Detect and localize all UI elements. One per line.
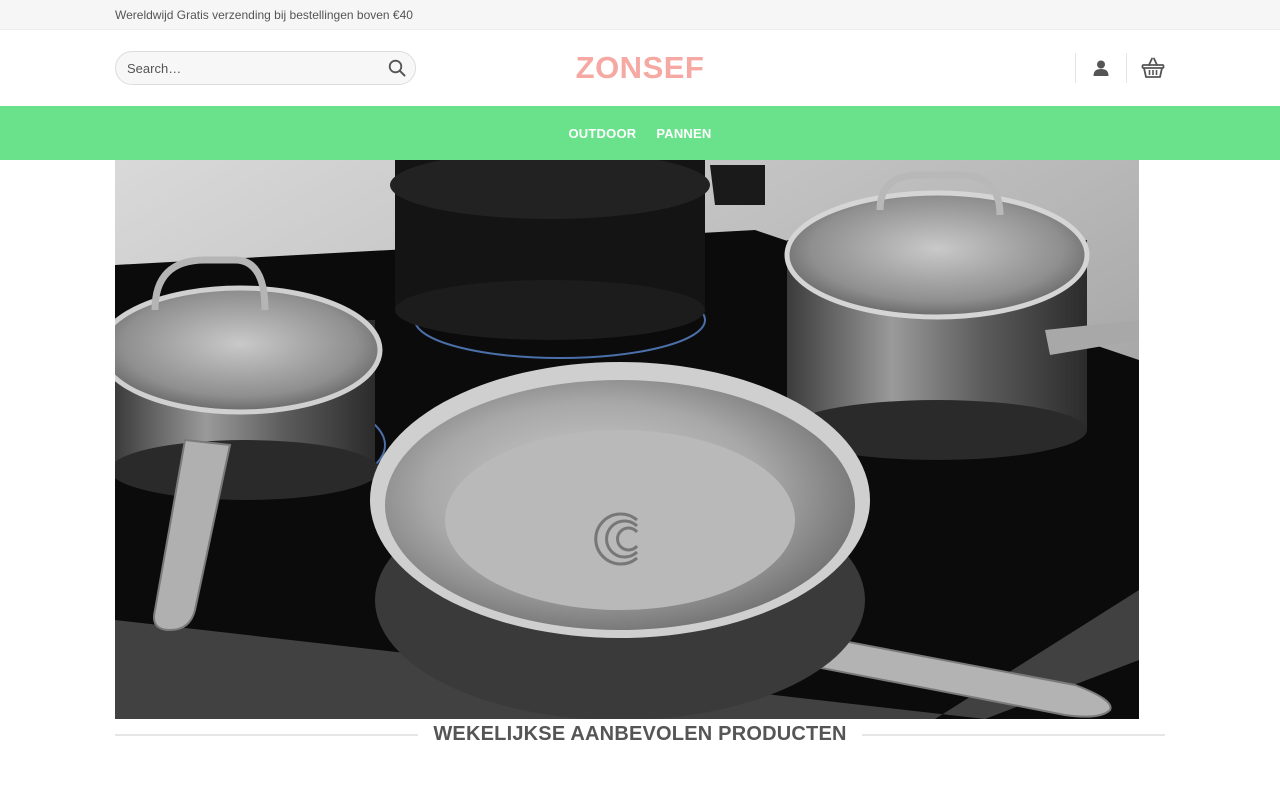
title-divider-right: [861, 733, 1165, 736]
featured-products-header: WEKELIJKSE AANBEVOLEN PRODUCTEN: [115, 723, 1165, 746]
featured-products-title: WEKELIJKSE AANBEVOLEN PRODUCTEN: [433, 723, 847, 745]
user-icon[interactable]: [1076, 53, 1126, 83]
basket-icon[interactable]: [1127, 53, 1165, 83]
site-logo[interactable]: ZONSEF: [576, 50, 705, 86]
nav-item-pannen[interactable]: PANNEN: [656, 126, 711, 141]
search-icon[interactable]: [387, 58, 407, 78]
search-input[interactable]: [127, 60, 387, 76]
header-actions: [1075, 53, 1165, 83]
nav-item-outdoor[interactable]: OUTDOOR: [569, 126, 637, 141]
hero-banner-image[interactable]: [115, 160, 1139, 719]
top-bar: Wereldwijd Gratis verzending bij bestell…: [0, 0, 1280, 30]
title-divider-left: [115, 733, 419, 736]
header: ZONSEF: [0, 30, 1280, 106]
main-nav: OUTDOOR PANNEN: [0, 106, 1280, 160]
shipping-message: Wereldwijd Gratis verzending bij bestell…: [115, 8, 413, 22]
search-form: [115, 51, 416, 85]
